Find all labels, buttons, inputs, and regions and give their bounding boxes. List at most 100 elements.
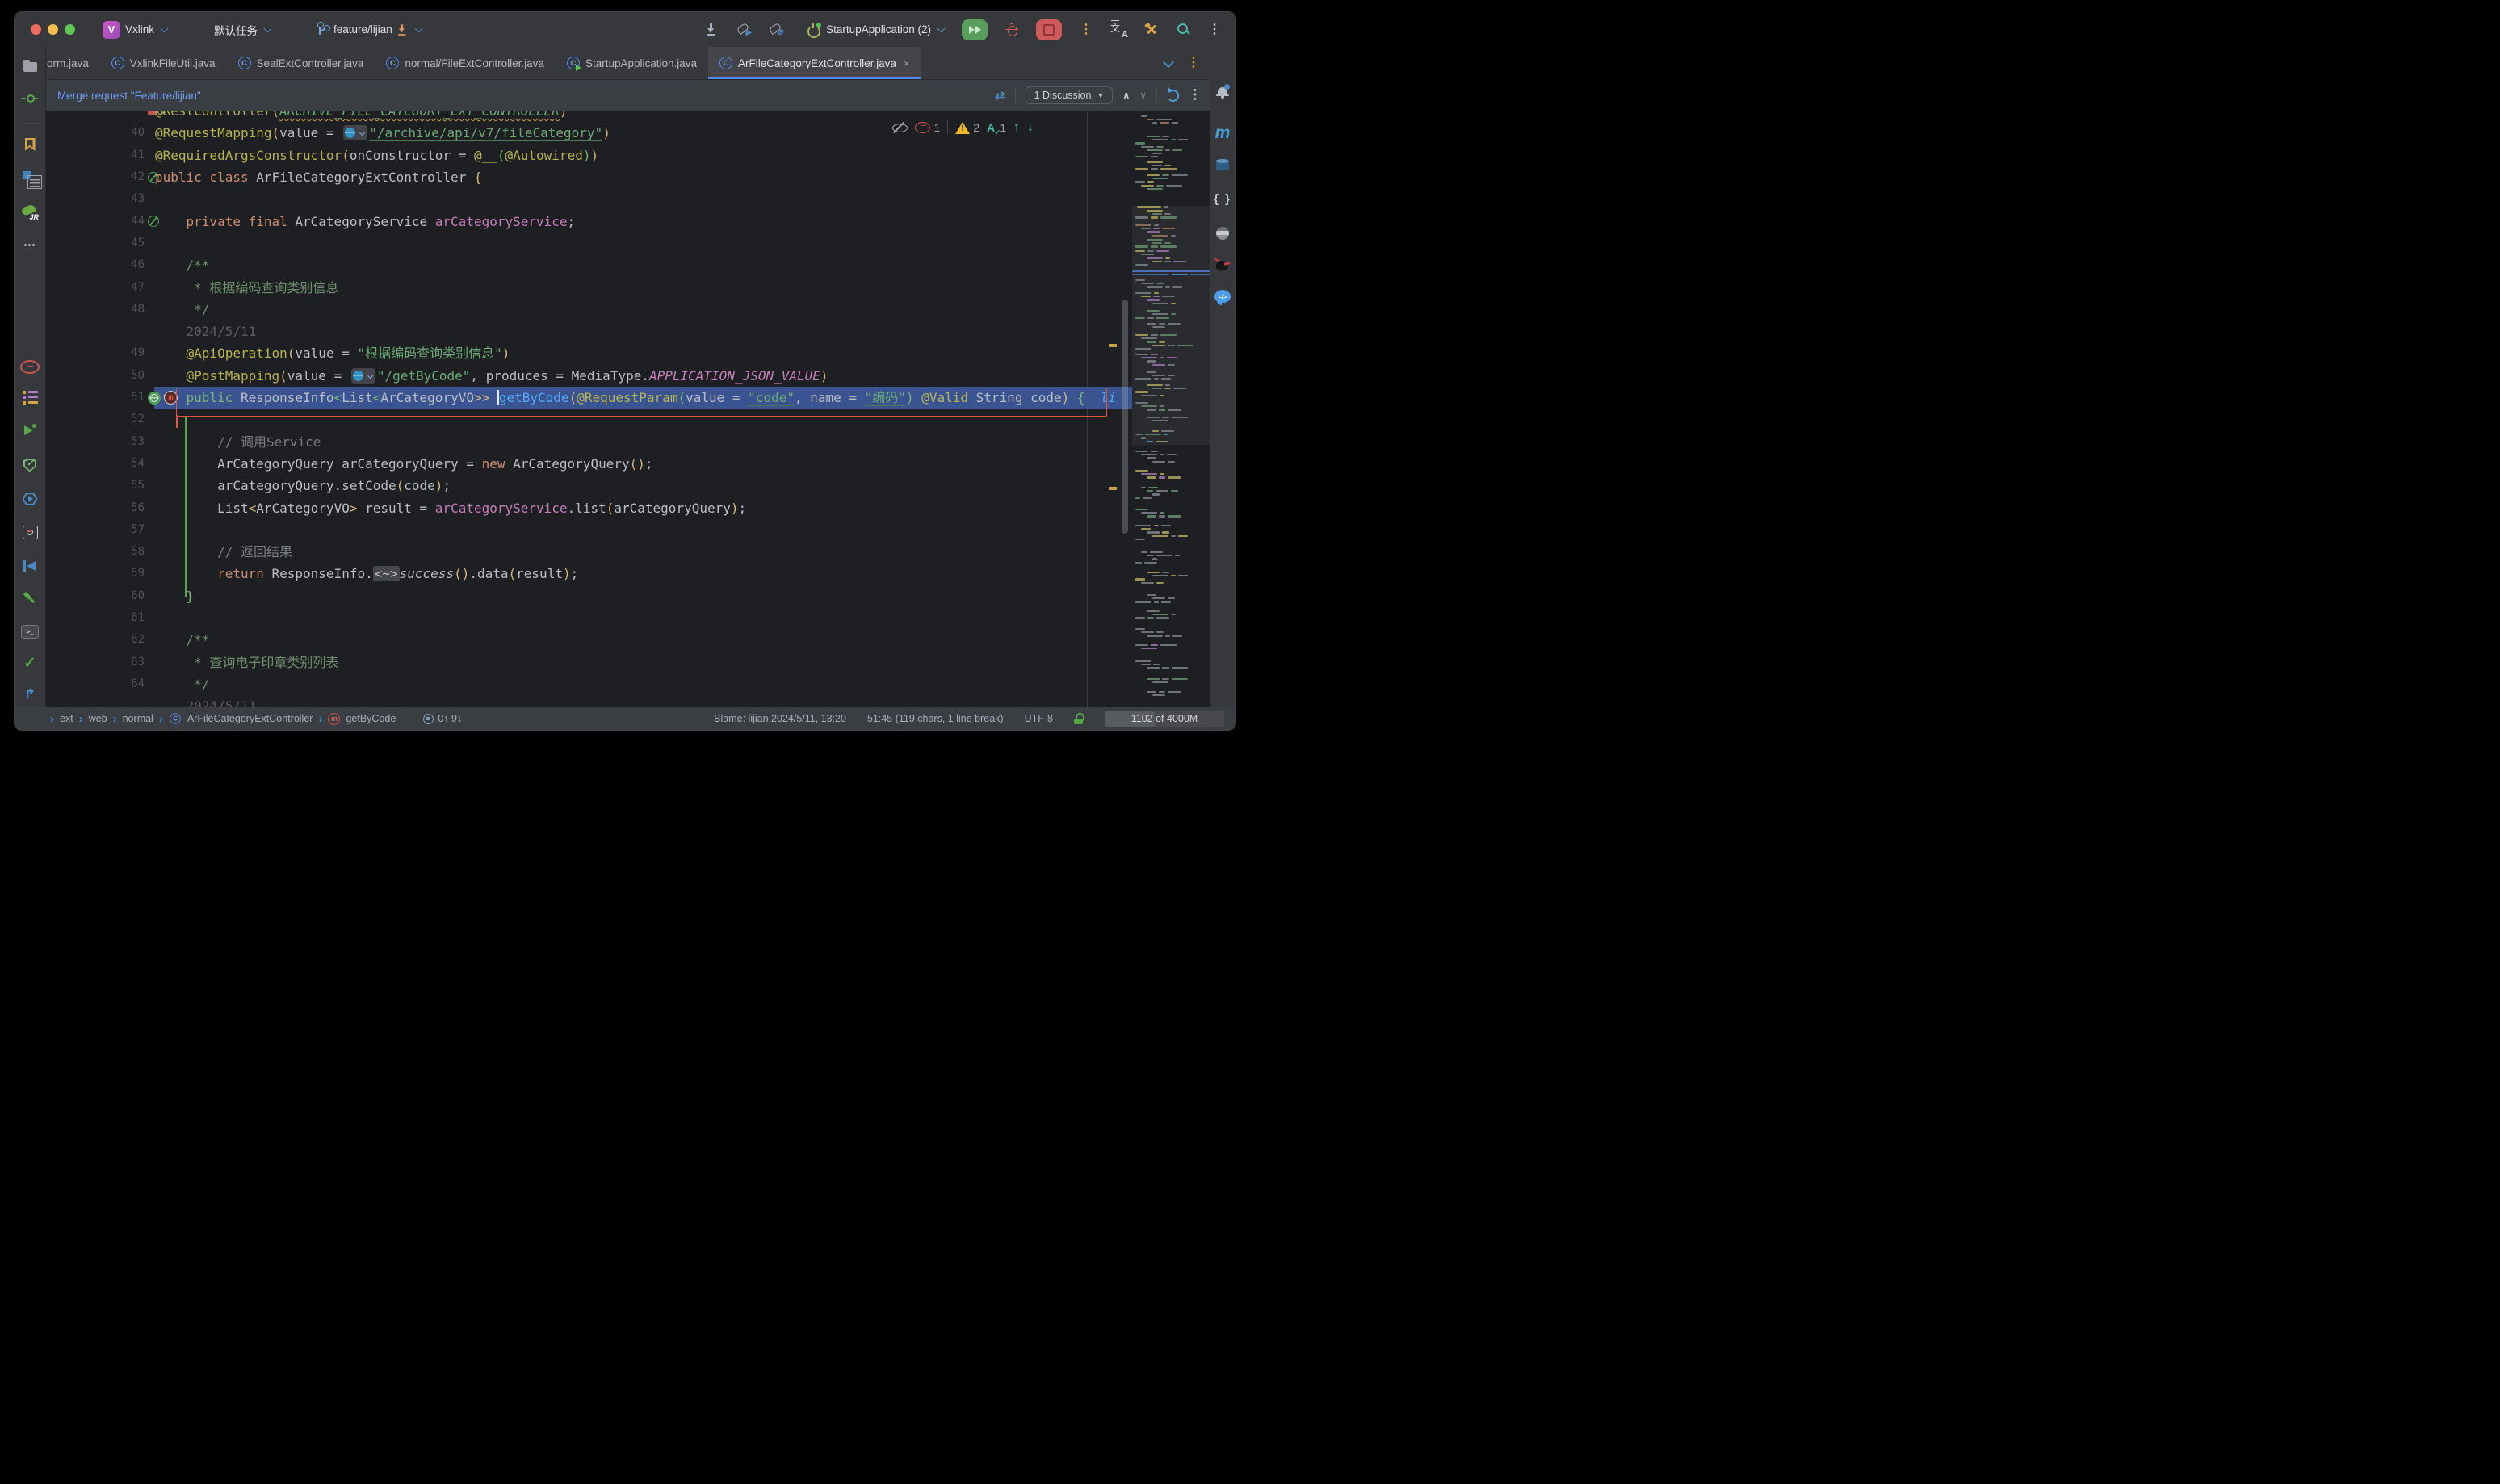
stripe-todo-list-icon[interactable] xyxy=(19,388,40,407)
main-menu-kebab-icon[interactable]: ⋮ xyxy=(1208,23,1221,36)
code-line-43[interactable]: 43 xyxy=(46,188,1132,210)
code-line-48[interactable]: 48 */ xyxy=(46,299,1132,321)
translate-icon[interactable]: 文A xyxy=(1110,23,1126,37)
task-widget[interactable]: 默认任务 xyxy=(214,22,271,38)
close-window-button[interactable] xyxy=(31,24,41,35)
caret-position[interactable]: 51:45 (119 chars, 1 line break) xyxy=(867,713,1004,724)
tab-options-kebab-icon[interactable]: ⋮ xyxy=(1187,57,1200,69)
code-line-62[interactable]: 62/** xyxy=(46,629,1132,651)
stripe-jrebel-icon[interactable]: JR xyxy=(19,202,40,221)
stripe-services-wrench-icon[interactable] xyxy=(19,522,40,542)
tab-list-chevron-icon[interactable] xyxy=(1163,56,1174,67)
code-line-63[interactable]: 63 * 查询电子印章类别列表 xyxy=(46,652,1132,673)
code-line[interactable]: 2024/5/11 xyxy=(46,695,1132,707)
project-widget[interactable]: V Vxlink xyxy=(103,21,167,39)
warning-stripe-mark[interactable] xyxy=(1109,344,1117,347)
stripe-ai-chat-icon[interactable]: </> xyxy=(1212,287,1233,307)
code-line-64[interactable]: 64 */ xyxy=(46,673,1132,695)
stripe-run-icon[interactable] xyxy=(19,421,40,440)
code-line-61[interactable]: 61 xyxy=(46,607,1132,629)
code-line-53[interactable]: 53// 调用Service xyxy=(46,431,1132,453)
code-minimap[interactable] xyxy=(1132,111,1210,707)
zoom-window-button[interactable] xyxy=(65,24,75,35)
code-line-49[interactable]: 49@ApiOperation(value = "根据编码查询类别信息") xyxy=(46,342,1132,364)
close-tab-icon[interactable]: × xyxy=(904,57,910,69)
breadcrumb-item-web[interactable]: web xyxy=(89,713,107,724)
previous-discussion-button[interactable]: ∧ xyxy=(1122,90,1130,101)
debug-button[interactable] xyxy=(1005,23,1018,36)
stripe-maven-m-icon[interactable]: m xyxy=(1212,123,1233,142)
code-line-41[interactable]: 41@RequiredArgsConstructor(onConstructor… xyxy=(46,145,1132,166)
folded-type-hint[interactable]: <~> xyxy=(373,566,400,581)
code-editor[interactable]: ↴@RestController(ARCHIVE_FILE_CATEGORY_E… xyxy=(46,111,1210,707)
stripe-branch-out-icon[interactable]: ↱ xyxy=(19,685,40,704)
lock-icon[interactable] xyxy=(1074,713,1084,724)
stripe-bookmarks-icon[interactable] xyxy=(19,135,40,154)
warning-stripe-mark[interactable] xyxy=(1109,487,1117,490)
stripe-terminal-icon[interactable]: >_ xyxy=(19,622,40,641)
run-rocket-settings-icon[interactable]: ⚙ xyxy=(768,23,782,37)
breadcrumb-item-ArFileCategoryExtController[interactable]: ArFileCategoryExtController xyxy=(187,713,313,724)
code-line-59[interactable]: 59return ResponseInfo.<~>success().data(… xyxy=(46,563,1132,585)
code-line-54[interactable]: 54ArCategoryQuery arCategoryQuery = new … xyxy=(46,453,1132,475)
download-icon[interactable] xyxy=(707,23,718,36)
code-line-45[interactable]: 45 xyxy=(46,233,1132,254)
breadcrumb-item-normal[interactable]: normal xyxy=(123,713,153,724)
run-rocket-icon[interactable]: ▶ xyxy=(736,23,750,37)
code-line-60[interactable]: 60} xyxy=(46,585,1132,607)
run-more-actions-button[interactable]: ⋮ xyxy=(1080,23,1093,36)
rest-endpoint-icon[interactable] xyxy=(148,392,161,405)
gutter-icons[interactable] xyxy=(148,214,159,229)
stripe-commit-icon[interactable] xyxy=(19,88,40,107)
code-line-58[interactable]: 58// 返回结果 xyxy=(46,541,1132,563)
memory-indicator[interactable]: 1102 of 4000M xyxy=(1105,711,1224,727)
code-line-55[interactable]: 55arCategoryQuery.setCode(code); xyxy=(46,475,1132,497)
branch-widget[interactable]: feature/lijian xyxy=(317,23,422,36)
editor-scrollbar[interactable] xyxy=(1122,300,1128,534)
stripe-security-shield-icon[interactable]: ✓ xyxy=(19,455,40,475)
code-line-50[interactable]: 50@PostMapping(value = "/getByCode", pro… xyxy=(46,365,1132,387)
stop-button[interactable] xyxy=(1036,19,1062,40)
code-line[interactable]: 2024/5/11 xyxy=(46,321,1132,342)
tab-SealExtController.java[interactable]: CSealExtController.java xyxy=(227,47,375,79)
next-discussion-button[interactable]: ∨ xyxy=(1139,90,1147,101)
tools-icon[interactable] xyxy=(1144,23,1159,37)
stripe-project-folder-icon[interactable] xyxy=(19,56,40,75)
minimize-window-button[interactable] xyxy=(48,24,58,35)
stripe-gradle-icon[interactable] xyxy=(1212,224,1233,243)
tab-ArFileCategoryExtController.java[interactable]: CArFileCategoryExtController.java× xyxy=(708,47,921,79)
code-line-47[interactable]: 47 * 根据编码查询类别信息 xyxy=(46,277,1132,299)
file-encoding[interactable]: UTF-8 xyxy=(1025,713,1053,724)
discussion-dropdown[interactable]: 1 Discussion▼ xyxy=(1026,86,1114,104)
stripe-json-braces-icon[interactable]: { } xyxy=(1212,189,1233,208)
banner-kebab-icon[interactable]: ⋮ xyxy=(1189,89,1202,102)
breadcrumb-item-ext[interactable]: ext xyxy=(60,713,73,724)
next-problem-arrow[interactable]: ↓ xyxy=(1027,120,1034,135)
refresh-icon[interactable] xyxy=(1167,90,1179,102)
stripe-copy-stack-icon[interactable] xyxy=(19,168,40,187)
tab-normal/FileExtController.java[interactable]: Cnormal/FileExtController.java xyxy=(375,47,556,79)
stripe-commit-check-icon[interactable]: ✓ xyxy=(19,653,40,673)
stripe-build-hammer-icon[interactable] xyxy=(19,589,40,609)
tab-StartupApplication.java[interactable]: CStartupApplication.java xyxy=(556,47,708,79)
inspections-widget[interactable]: ~~1 2 A1 ↑ ↓ xyxy=(891,120,1034,135)
stripe-plugin-bird-icon[interactable] xyxy=(1212,256,1233,275)
search-everywhere-icon[interactable] xyxy=(1177,23,1190,36)
tab-orm.java[interactable]: orm.java xyxy=(46,47,100,79)
rerun-button[interactable] xyxy=(962,19,988,40)
run-configuration-selector[interactable]: StartupApplication (2) xyxy=(807,23,944,37)
code-line-42[interactable]: 42public class ArFileCategoryExtControll… xyxy=(46,166,1132,188)
swap-diff-icon[interactable]: ⇄ xyxy=(995,88,1005,103)
stripe-notifications-bell-icon[interactable] xyxy=(1212,82,1233,102)
http-client-globe-icon[interactable] xyxy=(343,125,367,140)
stripe-pipeline-icon[interactable] xyxy=(19,489,40,509)
breadcrumb-item-getByCode[interactable]: getByCode xyxy=(346,713,396,724)
blame-info[interactable]: Blame: lijian 2024/5/11, 13:20 xyxy=(714,713,846,724)
tab-VxlinkFileUtil.java[interactable]: CVxlinkFileUtil.java xyxy=(100,47,227,79)
gutter-icons[interactable]: m xyxy=(148,390,178,405)
autowired-bean-icon[interactable] xyxy=(148,216,159,227)
hide-highlights-icon[interactable] xyxy=(891,121,908,134)
code-line-46[interactable]: 46/** xyxy=(46,254,1132,276)
http-client-globe-icon[interactable] xyxy=(351,368,375,384)
stripe-rollback-icon[interactable] xyxy=(19,556,40,576)
